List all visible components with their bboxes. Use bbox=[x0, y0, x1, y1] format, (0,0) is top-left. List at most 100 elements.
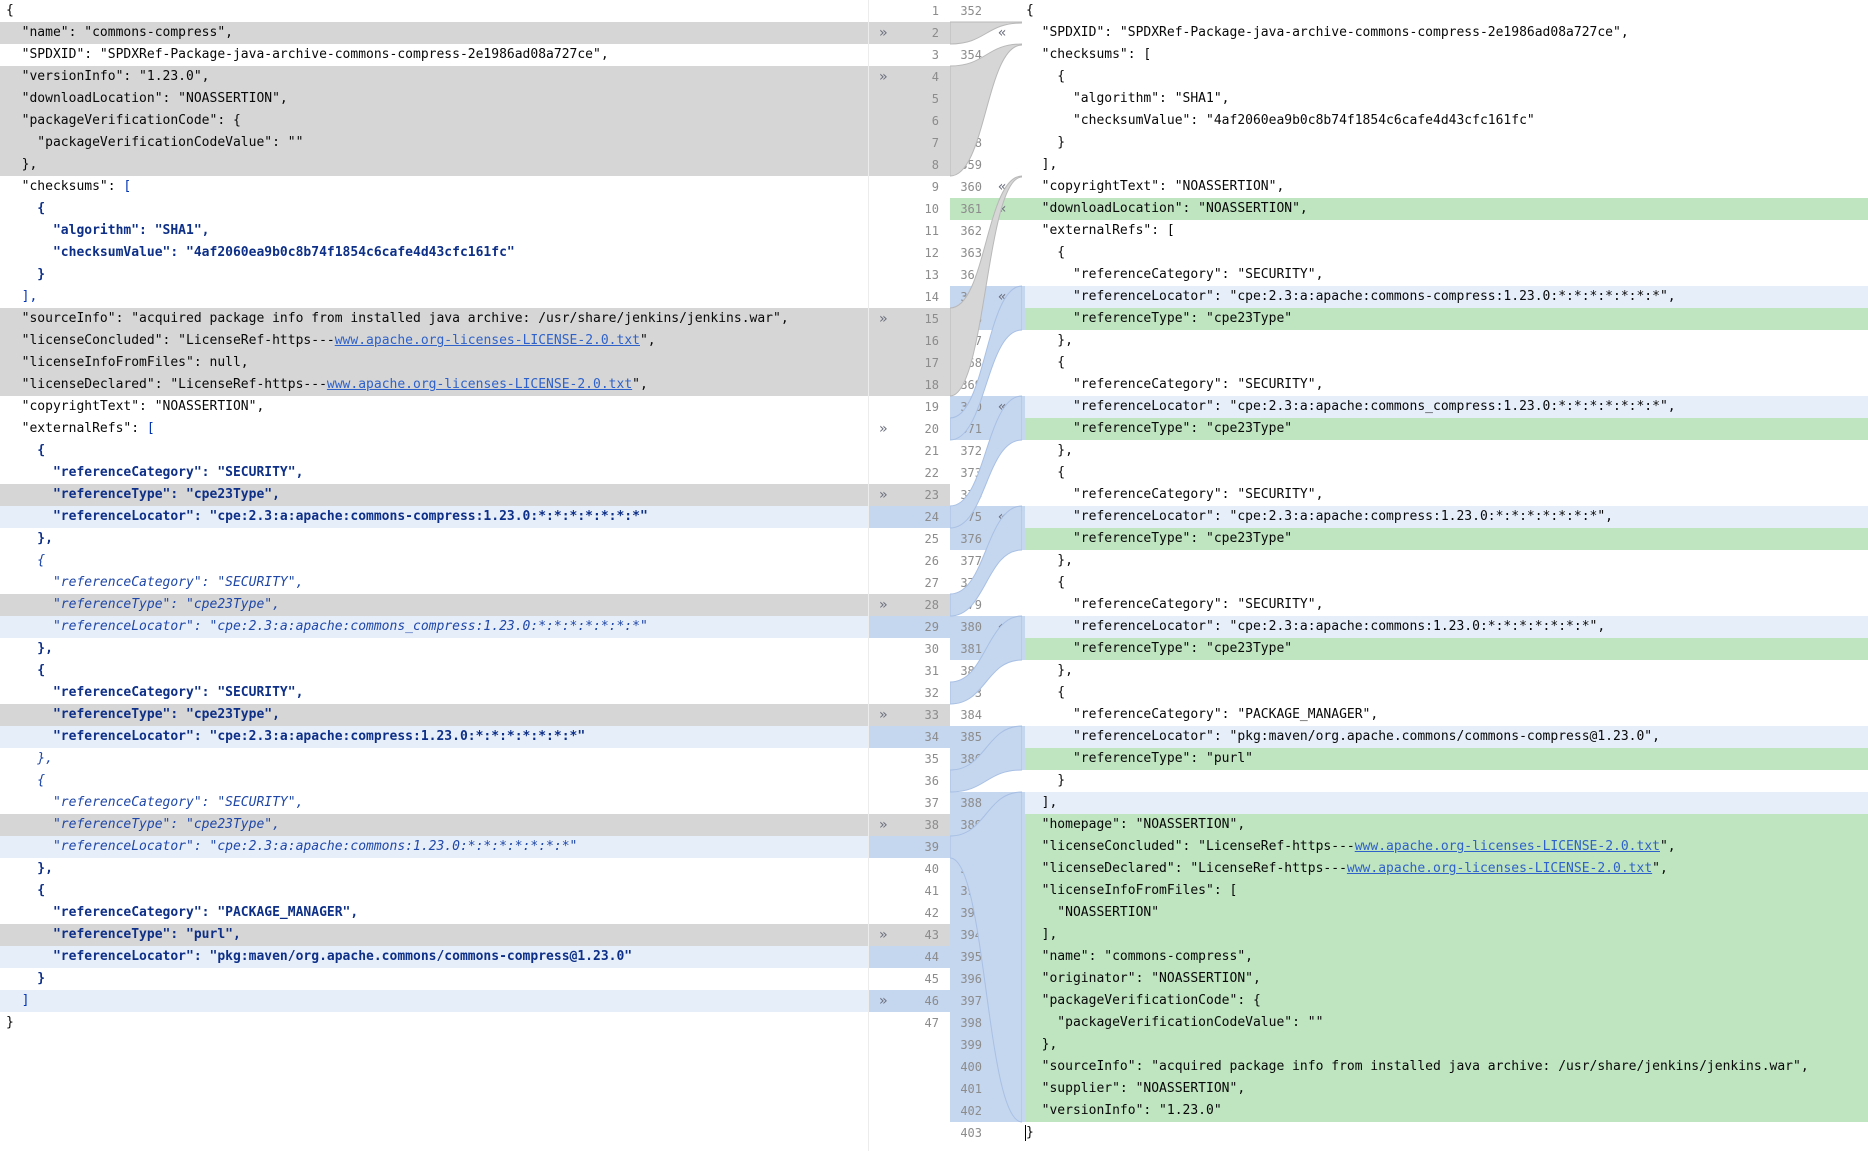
right-code-line: "checksumValue": "4af2060ea9b0c8b74f1854… bbox=[1025, 110, 1868, 132]
code-line-text: "referenceType": "cpe23Type", bbox=[6, 704, 280, 726]
code-token: "name": "commons-compress", bbox=[6, 25, 233, 40]
code-token: } bbox=[1026, 1125, 1034, 1140]
code-line-text: } bbox=[1026, 1122, 1034, 1144]
left-gutter-row: 41 bbox=[869, 880, 951, 902]
code-token: "copyrightText": "NOASSERTION", bbox=[6, 399, 265, 414]
code-line-text: }, bbox=[1026, 1034, 1058, 1056]
apply-right-icon[interactable]: » bbox=[879, 704, 887, 726]
code-line-text: "referenceLocator": "cpe:2.3:a:apache:co… bbox=[1026, 286, 1676, 308]
code-line-text: }, bbox=[6, 638, 53, 660]
left-code-line: "copyrightText": "NOASSERTION", bbox=[0, 396, 868, 418]
left-gutter-row: 4» bbox=[869, 66, 951, 88]
line-number: 13 bbox=[924, 268, 939, 282]
apply-right-icon[interactable]: » bbox=[879, 594, 887, 616]
line-number: 29 bbox=[924, 620, 939, 634]
line-number: 11 bbox=[924, 224, 939, 238]
code-token: } bbox=[1026, 773, 1066, 788]
code-line-text: "copyrightText": "NOASSERTION", bbox=[1026, 176, 1285, 198]
apply-right-icon[interactable]: » bbox=[879, 814, 887, 836]
line-number: 22 bbox=[924, 466, 939, 480]
apply-right-icon[interactable]: » bbox=[879, 484, 887, 506]
code-token: "referenceCategory": "PACKAGE_MANAGER", bbox=[6, 905, 359, 920]
line-number: 9 bbox=[931, 180, 939, 194]
left-gutter-row: 40 bbox=[869, 858, 951, 880]
left-code-line: "checksums": [ bbox=[0, 176, 868, 198]
left-code-line: "referenceLocator": "cpe:2.3:a:apache:co… bbox=[0, 836, 868, 858]
code-token: "referenceType": "cpe23Type", bbox=[6, 597, 280, 612]
apply-right-icon[interactable]: » bbox=[879, 308, 887, 330]
code-line-text: "SPDXID": "SPDXRef-Package-java-archive-… bbox=[6, 44, 609, 66]
code-token: { bbox=[6, 201, 46, 216]
right-code-line: { bbox=[1025, 242, 1868, 264]
line-number: 18 bbox=[924, 378, 939, 392]
right-code-line: "packageVerificationCode": { bbox=[1025, 990, 1868, 1012]
code-token: "referenceType": "purl" bbox=[1026, 751, 1253, 766]
code-token: { bbox=[6, 3, 14, 18]
license-link[interactable]: www.apache.org-licenses-LICENSE-2.0.txt bbox=[327, 377, 632, 392]
code-line-text: { bbox=[6, 660, 45, 682]
code-token: "referenceCategory": "SECURITY", bbox=[1026, 597, 1324, 612]
code-line-text: } bbox=[6, 1012, 14, 1034]
code-token: "referenceLocator": "cpe:2.3:a:apache:co… bbox=[1026, 289, 1676, 304]
license-link[interactable]: www.apache.org-licenses-LICENSE-2.0.txt bbox=[1347, 861, 1652, 876]
code-line-text: "referenceLocator": "cpe:2.3:a:apache:co… bbox=[1026, 396, 1676, 418]
right-code-line: { bbox=[1025, 682, 1868, 704]
right-code-line: "licenseInfoFromFiles": [ bbox=[1025, 880, 1868, 902]
apply-right-icon[interactable]: » bbox=[879, 66, 887, 88]
code-token: [ bbox=[123, 179, 132, 194]
left-code-line: }, bbox=[0, 858, 868, 880]
right-editor-pane[interactable]: { "SPDXID": "SPDXRef-Package-java-archiv… bbox=[1025, 0, 1868, 1151]
right-code-line: "referenceType": "cpe23Type" bbox=[1025, 528, 1868, 550]
left-gutter-row: 30 bbox=[869, 638, 951, 660]
code-token: "referenceType": "cpe23Type" bbox=[1026, 311, 1293, 326]
line-number: 37 bbox=[924, 796, 939, 810]
right-code-line: ], bbox=[1025, 154, 1868, 176]
code-line-text: }, bbox=[6, 858, 53, 880]
code-line-text: ], bbox=[6, 286, 38, 308]
license-link[interactable]: www.apache.org-licenses-LICENSE-2.0.txt bbox=[1355, 839, 1660, 854]
diff-connector-band bbox=[950, 21, 1022, 45]
code-line-text: "referenceLocator": "cpe:2.3:a:apache:co… bbox=[6, 616, 648, 638]
left-code-line: "downloadLocation": "NOASSERTION", bbox=[0, 88, 868, 110]
right-code-line: { bbox=[1025, 0, 1868, 22]
apply-right-icon[interactable]: » bbox=[879, 990, 887, 1012]
apply-right-icon[interactable]: » bbox=[879, 924, 887, 946]
right-code-line: "algorithm": "SHA1", bbox=[1025, 88, 1868, 110]
line-number: 1 bbox=[931, 4, 939, 18]
apply-right-icon[interactable]: » bbox=[879, 22, 887, 44]
code-line-text: "referenceCategory": "PACKAGE_MANAGER", bbox=[1026, 704, 1378, 726]
right-code-line: "checksums": [ bbox=[1025, 44, 1868, 66]
left-gutter-row: 36 bbox=[869, 770, 951, 792]
right-code-line: }, bbox=[1025, 440, 1868, 462]
right-code-line: "referenceLocator": "pkg:maven/org.apach… bbox=[1025, 726, 1868, 748]
code-token: "algorithm": "SHA1", bbox=[1026, 91, 1230, 106]
line-number: 35 bbox=[924, 752, 939, 766]
code-token: "versionInfo": "1.23.0" bbox=[1026, 1103, 1222, 1118]
left-gutter-row: 38 » bbox=[869, 814, 951, 836]
code-token: { bbox=[1026, 3, 1034, 18]
left-code-line: { bbox=[0, 770, 868, 792]
code-token: }, bbox=[1026, 553, 1073, 568]
code-token: "sourceInfo": "acquired package info fro… bbox=[1026, 1059, 1809, 1074]
left-gutter-row: 15 » bbox=[869, 308, 951, 330]
left-gutter-row: 9 bbox=[869, 176, 951, 198]
left-gutter-row: 47 bbox=[869, 1012, 951, 1034]
code-line-text: "licenseDeclared": "LicenseRef-https---w… bbox=[1026, 858, 1668, 880]
right-code-line: "downloadLocation": "NOASSERTION", bbox=[1025, 198, 1868, 220]
license-link[interactable]: www.apache.org-licenses-LICENSE-2.0.txt bbox=[335, 333, 640, 348]
left-code-line: "referenceLocator": "cpe:2.3:a:apache:co… bbox=[0, 506, 868, 528]
code-token: "homepage": "NOASSERTION", bbox=[1026, 817, 1246, 832]
code-line-text: ] bbox=[6, 990, 30, 1012]
left-gutter-row: 32 bbox=[869, 682, 951, 704]
left-code-line: "externalRefs": [ bbox=[0, 418, 868, 440]
code-line-text: "referenceLocator": "cpe:2.3:a:apache:co… bbox=[6, 836, 577, 858]
apply-right-icon[interactable]: » bbox=[879, 418, 887, 440]
right-code-line: ], bbox=[1025, 924, 1868, 946]
left-gutter-row: 14 bbox=[869, 286, 951, 308]
left-editor-pane[interactable]: { "name": "commons-compress", "SPDXID": … bbox=[0, 0, 868, 1151]
line-number: 44 bbox=[924, 950, 939, 964]
code-line-text: "referenceLocator": "pkg:maven/org.apach… bbox=[6, 946, 632, 968]
right-code-line: "referenceType": "cpe23Type" bbox=[1025, 418, 1868, 440]
code-line-text: "referenceLocator": "cpe:2.3:a:apache:co… bbox=[6, 506, 648, 528]
left-code-line: { bbox=[0, 0, 868, 22]
